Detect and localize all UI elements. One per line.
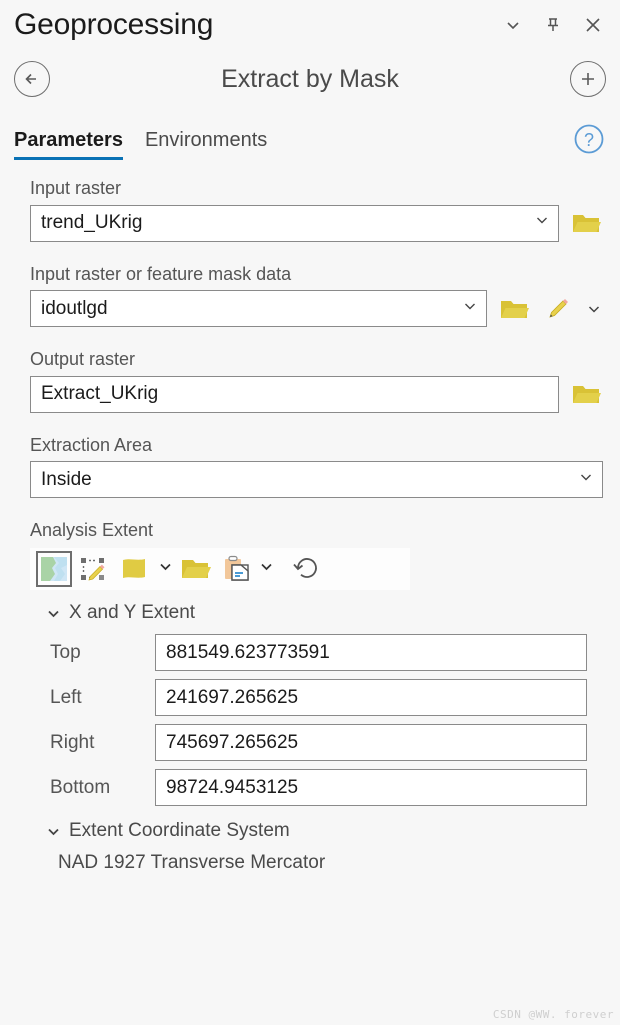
top-input[interactable]: 881549.623773591	[155, 634, 587, 672]
input-raster-value: trend_UKrig	[41, 212, 143, 234]
mask-data-combobox[interactable]: idoutlgd	[30, 290, 487, 328]
mask-data-browse-button[interactable]	[497, 292, 531, 326]
chevron-down-icon[interactable]	[578, 469, 594, 491]
help-icon[interactable]: ?	[572, 122, 606, 156]
top-value: 881549.623773591	[166, 641, 330, 663]
right-label: Right	[50, 731, 95, 753]
tab-bar: Parameters Environments ?	[0, 108, 620, 160]
back-button[interactable]	[14, 61, 50, 97]
output-raster-input[interactable]: Extract_UKrig	[30, 375, 559, 413]
chevron-down-icon[interactable]	[462, 298, 478, 320]
field-extraction-area: Extraction Area Inside	[30, 435, 603, 499]
output-raster-value: Extract_UKrig	[41, 383, 159, 405]
chevron-down-icon	[46, 606, 61, 621]
parameters-panel: Input raster trend_UKrig Input raster or…	[0, 160, 620, 874]
bottom-label: Bottom	[50, 776, 111, 798]
left-input[interactable]: 241697.265625	[155, 679, 587, 717]
paste-extent-dropdown-caret[interactable]	[259, 559, 274, 579]
xy-field-bottom: Bottom 98724.9453125	[30, 769, 603, 807]
input-raster-browse-button[interactable]	[569, 206, 603, 240]
current-map-extent-icon[interactable]	[36, 551, 72, 588]
layer-extent-icon[interactable]	[114, 551, 154, 587]
coordinate-system-label: Extent Coordinate System	[69, 820, 290, 842]
coordinate-system-expander[interactable]: Extent Coordinate System	[46, 820, 603, 842]
pin-icon[interactable]	[540, 12, 566, 38]
chevron-down-icon[interactable]	[534, 212, 550, 234]
analysis-extent-section: Analysis Extent X and Y Extent Top 88154…	[30, 520, 603, 874]
mask-data-draw-button[interactable]	[541, 292, 575, 326]
xy-extent-label: X and Y Extent	[69, 602, 196, 624]
bottom-input[interactable]: 98724.9453125	[155, 769, 587, 807]
chevron-down-icon[interactable]	[500, 12, 526, 38]
output-raster-label: Output raster	[30, 349, 136, 370]
tab-parameters[interactable]: Parameters	[14, 129, 123, 160]
top-label: Top	[50, 641, 81, 663]
close-icon[interactable]	[580, 12, 606, 38]
reset-extent-icon[interactable]	[286, 551, 324, 587]
extraction-area-label: Extraction Area	[30, 434, 153, 455]
xy-field-top: Top 881549.623773591	[30, 634, 603, 672]
right-value: 745697.265625	[166, 731, 299, 753]
right-input[interactable]: 745697.265625	[155, 724, 587, 762]
mask-data-label: Input raster or feature mask data	[30, 263, 292, 284]
extraction-area-combobox[interactable]: Inside	[30, 461, 603, 499]
analysis-extent-toolbar	[30, 548, 410, 591]
watermark: CSDN @WW. forever	[492, 1008, 614, 1021]
svg-text:?: ?	[584, 130, 594, 150]
xy-field-left: Left 241697.265625	[30, 679, 603, 717]
title-bar: Geoprocessing	[0, 0, 620, 50]
layer-extent-dropdown-caret[interactable]	[158, 559, 173, 579]
output-raster-browse-button[interactable]	[569, 377, 603, 411]
bottom-value: 98724.9453125	[166, 776, 299, 798]
left-value: 241697.265625	[166, 686, 299, 708]
input-raster-label: Input raster	[30, 178, 122, 198]
analysis-extent-label: Analysis Extent	[30, 520, 154, 541]
field-output-raster: Output raster Extract_UKrig	[30, 349, 603, 413]
xy-extent-expander[interactable]: X and Y Extent	[46, 602, 603, 624]
chevron-down-icon	[46, 824, 61, 839]
draw-extent-icon[interactable]	[74, 551, 112, 587]
tool-header: Extract by Mask	[0, 50, 620, 108]
coordinate-system-value: NAD 1927 Transverse Mercator	[58, 852, 326, 874]
add-button[interactable]	[570, 61, 606, 97]
input-raster-combobox[interactable]: trend_UKrig	[30, 204, 559, 242]
mask-data-value: idoutlgd	[41, 297, 108, 319]
field-input-raster: Input raster trend_UKrig	[30, 178, 603, 242]
browse-extent-icon[interactable]	[175, 551, 215, 587]
paste-extent-icon[interactable]	[217, 551, 255, 587]
field-mask-data: Input raster or feature mask data idoutl…	[30, 264, 603, 328]
tab-environments[interactable]: Environments	[145, 129, 267, 160]
left-label: Left	[50, 686, 82, 708]
window-controls	[500, 12, 606, 38]
page-title: Geoprocessing	[14, 8, 214, 41]
xy-field-right: Right 745697.265625	[30, 724, 603, 762]
extraction-area-value: Inside	[41, 468, 92, 490]
mask-data-dropdown-caret[interactable]	[585, 292, 603, 326]
tool-title: Extract by Mask	[221, 64, 399, 93]
